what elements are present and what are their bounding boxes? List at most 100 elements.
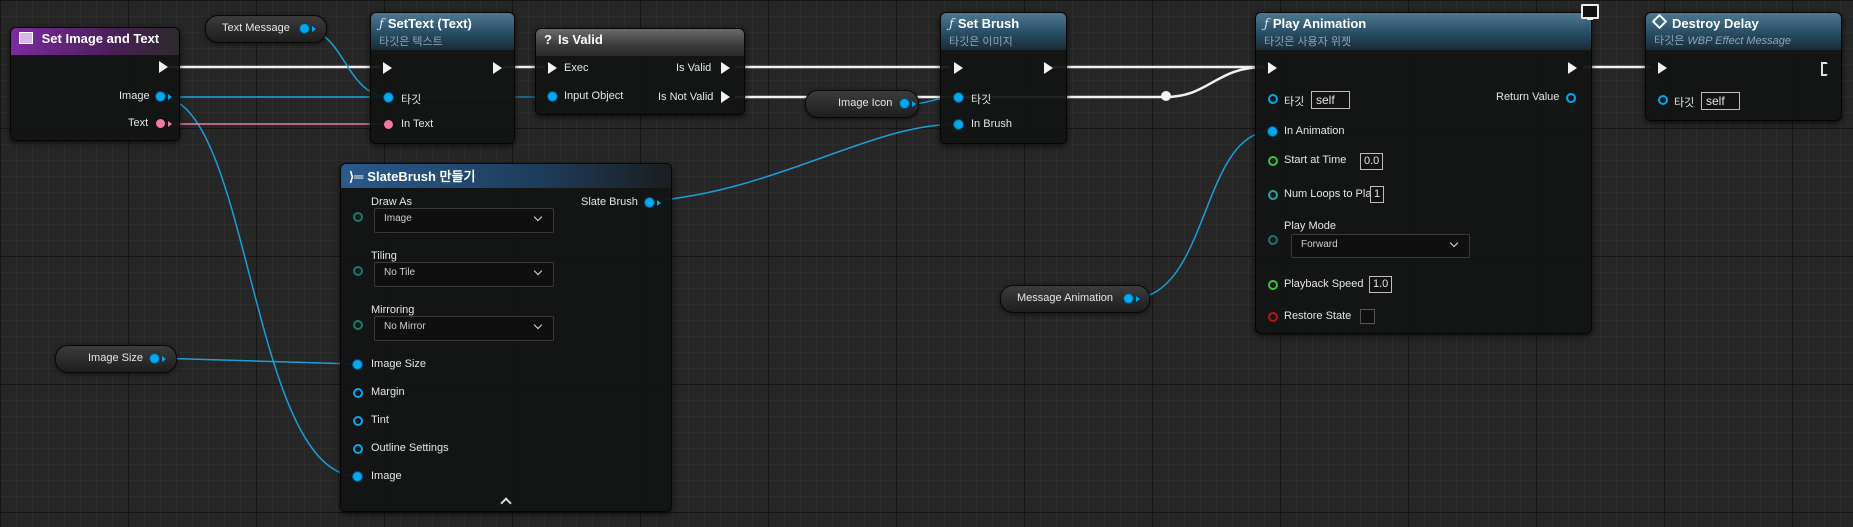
drawas-label: Draw As: [371, 196, 412, 208]
imagesize-pin[interactable]: [353, 360, 362, 369]
chevron-down-icon: [1449, 238, 1459, 248]
settext-node[interactable]: ƒ SetText (Text) 타깃은 텍스트 타깃 In Text: [370, 12, 515, 144]
playanimation-inanimation-label: In Animation: [1284, 125, 1345, 137]
playanimation-target-pin[interactable]: [1268, 94, 1278, 104]
destroydelay-target-value[interactable]: self: [1701, 92, 1740, 110]
mirroring-label: Mirroring: [371, 304, 415, 316]
playanimation-restorestate-pin[interactable]: [1268, 312, 1278, 322]
destroydelay-exec-out-pin[interactable]: [1821, 62, 1831, 76]
playanimation-playmode-dropdown[interactable]: Forward: [1291, 234, 1470, 258]
image-icon-label: Image Icon: [838, 97, 893, 109]
setbrush-target-label: 타깃: [971, 94, 992, 106]
setbrush-inbrush-pin[interactable]: [954, 120, 963, 129]
settext-target-pin[interactable]: [384, 93, 393, 102]
destroydelay-exec-in-pin[interactable]: [1658, 62, 1667, 74]
mirroring-pin[interactable]: [353, 320, 363, 330]
make-slatebrush-node[interactable]: ⟩═ SlateBrush 만들기 Draw As Image Slate Bru…: [340, 163, 672, 512]
isvalid-valid-out-pin[interactable]: [721, 62, 730, 74]
playanimation-exec-out-pin[interactable]: [1568, 62, 1577, 74]
tint-label: Tint: [371, 414, 389, 426]
image-pin[interactable]: [353, 472, 362, 481]
playanimation-target-value[interactable]: self: [1311, 91, 1350, 109]
drawas-value: Image: [384, 213, 412, 224]
tint-pin[interactable]: [353, 416, 363, 426]
setbrush-target-pin[interactable]: [954, 93, 963, 102]
chevron-down-icon: [533, 266, 543, 276]
drawas-pin[interactable]: [353, 212, 363, 222]
message-animation-pin[interactable]: [1124, 294, 1133, 303]
settext-exec-in-pin[interactable]: [383, 62, 392, 74]
slatebrush-out-pin[interactable]: [645, 198, 654, 207]
settext-intext-pin[interactable]: [384, 120, 393, 129]
collapse-caret-icon[interactable]: [500, 497, 512, 509]
arrow-out-icon: [162, 356, 166, 362]
playanimation-subtitle: 타깃은 사용자 위젯: [1264, 36, 1352, 48]
event-text-pin[interactable]: [156, 119, 165, 128]
make-slatebrush-header[interactable]: ⟩═ SlateBrush 만들기: [341, 164, 671, 188]
latent-diamond-icon: [1651, 13, 1668, 30]
text-message-variable[interactable]: Text Message: [205, 15, 327, 43]
playanimation-playmode-value: Forward: [1301, 239, 1338, 250]
drawas-dropdown[interactable]: Image: [374, 208, 554, 233]
playanimation-exec-in-pin[interactable]: [1268, 62, 1277, 74]
isvalid-exec-in-pin[interactable]: [548, 62, 557, 74]
function-icon: ƒ: [379, 17, 384, 32]
imagesize-label: Image Size: [371, 358, 427, 370]
settext-exec-out-pin[interactable]: [493, 62, 502, 74]
playanimation-playbackspeed-pin[interactable]: [1268, 280, 1278, 290]
arrow-out-icon: [1136, 296, 1140, 302]
settext-intext-label: In Text: [401, 118, 434, 130]
tiling-pin[interactable]: [353, 266, 363, 276]
arrow-out-icon: [657, 200, 661, 206]
playanimation-inanimation-pin[interactable]: [1268, 127, 1277, 136]
image-size-variable[interactable]: Image Size: [55, 345, 177, 373]
event-node[interactable]: Set Image and Text Image Text: [10, 27, 180, 141]
question-icon: ?: [544, 32, 552, 47]
playanimation-restorestate-label: Restore State: [1284, 310, 1352, 322]
playanimation-numloops-pin[interactable]: [1268, 190, 1278, 200]
isvalid-notvalid-out-pin[interactable]: [721, 91, 730, 103]
text-message-pin[interactable]: [300, 24, 309, 33]
event-title: Set Image and Text: [41, 31, 160, 46]
mirroring-value: No Mirror: [384, 321, 426, 332]
playanimation-restorestate-checkbox[interactable]: [1360, 309, 1375, 324]
setbrush-node[interactable]: ƒ Set Brush 타깃은 이미지 타깃 In Brush: [940, 12, 1067, 144]
widget-event-icon: [19, 32, 33, 44]
make-struct-icon: ⟩═: [349, 169, 364, 184]
isvalid-header[interactable]: ? Is Valid: [536, 29, 744, 56]
isvalid-node[interactable]: ? Is Valid Exec Is Valid Input Object Is …: [535, 28, 745, 115]
playanimation-returnvalue-pin[interactable]: [1566, 93, 1576, 103]
playanimation-playmode-pin[interactable]: [1268, 235, 1278, 245]
destroydelay-node[interactable]: Destroy Delay 타깃은 WBP Effect Message 타깃 …: [1645, 12, 1842, 121]
setbrush-exec-out-pin[interactable]: [1044, 62, 1053, 74]
tiling-dropdown[interactable]: No Tile: [374, 262, 554, 287]
margin-pin[interactable]: [353, 388, 363, 398]
playanimation-startattime-pin[interactable]: [1268, 156, 1278, 166]
playanimation-startattime-value[interactable]: 0.0: [1360, 153, 1384, 170]
image-size-pin[interactable]: [150, 354, 159, 363]
image-icon-pin[interactable]: [900, 99, 909, 108]
playanimation-returnvalue-label: Return Value: [1496, 91, 1560, 103]
playanimation-playbackspeed-value[interactable]: 1.0: [1369, 276, 1393, 293]
playanimation-numloops-value[interactable]: 1: [1370, 186, 1385, 203]
event-exec-out-pin[interactable]: [159, 61, 168, 73]
event-node-header[interactable]: Set Image and Text: [11, 28, 179, 55]
playanimation-playmode-label: Play Mode: [1284, 220, 1336, 232]
playanimation-startattime-label: Start at Time: [1284, 154, 1347, 166]
outline-settings-pin[interactable]: [353, 444, 363, 454]
playanimation-header[interactable]: ƒ Play Animation 타깃은 사용자 위젯: [1256, 13, 1591, 50]
isvalid-input-pin[interactable]: [548, 92, 557, 101]
message-animation-variable[interactable]: Message Animation: [1000, 285, 1150, 313]
destroydelay-target-pin[interactable]: [1658, 95, 1668, 105]
text-message-label: Text Message: [222, 22, 290, 34]
image-icon-variable[interactable]: Image Icon: [805, 90, 919, 118]
settext-header[interactable]: ƒ SetText (Text) 타깃은 텍스트: [371, 13, 514, 50]
destroydelay-header[interactable]: Destroy Delay 타깃은 WBP Effect Message: [1646, 13, 1841, 50]
mirroring-dropdown[interactable]: No Mirror: [374, 316, 554, 341]
destroydelay-target-label: 타깃: [1674, 97, 1695, 109]
margin-label: Margin: [371, 386, 405, 398]
setbrush-header[interactable]: ƒ Set Brush 타깃은 이미지: [941, 13, 1066, 50]
playanimation-node[interactable]: ƒ Play Animation 타깃은 사용자 위젯 타깃 self Retur…: [1255, 12, 1592, 334]
setbrush-exec-in-pin[interactable]: [954, 62, 963, 74]
event-image-pin[interactable]: [156, 92, 165, 101]
